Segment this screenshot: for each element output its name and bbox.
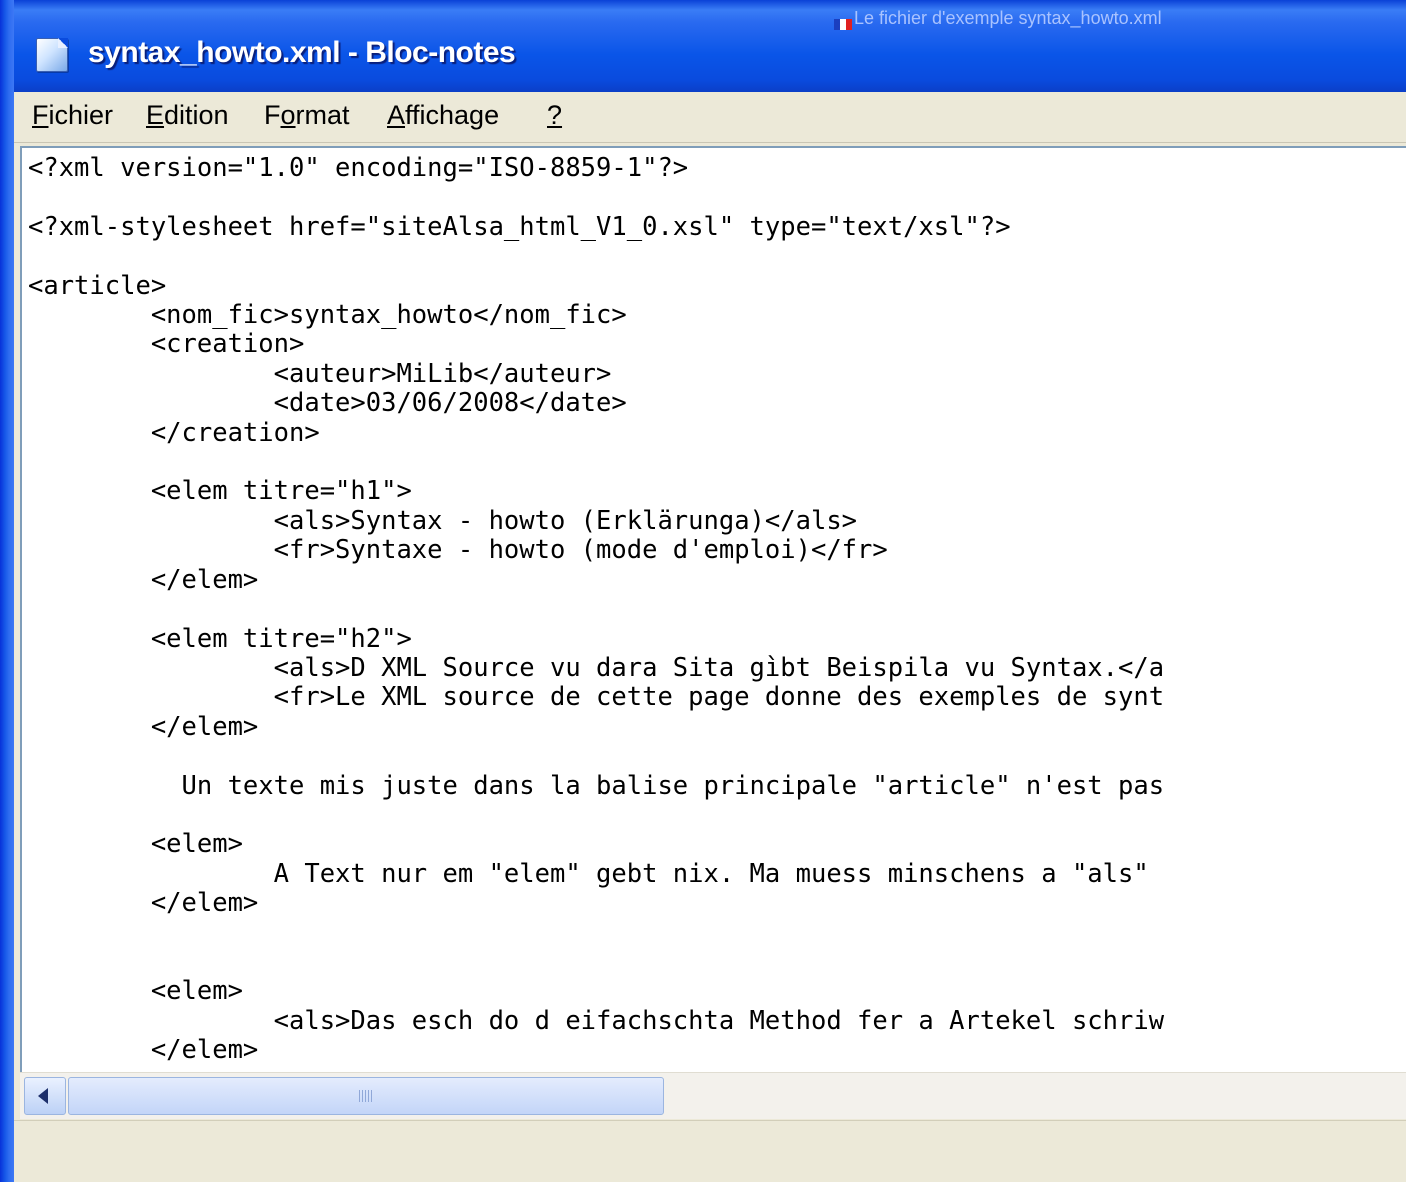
horizontal-scrollbar[interactable] [20,1072,1406,1119]
menu-help[interactable]: ? [547,100,562,131]
notepad-icon[interactable] [36,38,68,72]
scrollbar-thumb[interactable] [68,1077,664,1115]
french-flag-icon [834,14,852,30]
menu-format[interactable]: Format [264,100,350,131]
caption-text: Le fichier d'exemple syntax_howto.xml [854,8,1162,28]
scroll-left-arrow-icon[interactable] [24,1077,66,1115]
image-caption: Le fichier d'exemple syntax_howto.xml [834,8,1162,30]
editor-content[interactable]: <?xml version="1.0" encoding="ISO-8859-1… [28,153,1164,1066]
notepad-window: syntax_howto.xml - Bloc-notes Le fichier… [0,0,1406,1182]
window-title: syntax_howto.xml - Bloc-notes [88,36,516,69]
menu-view[interactable]: Affichage [387,100,499,131]
menu-bar: Fichier Edition Format Affichage ? [14,92,1406,143]
status-bar [14,1120,1406,1182]
window-frame-left [0,0,14,1182]
title-bar[interactable]: syntax_howto.xml - Bloc-notes [14,0,1406,92]
menu-edit[interactable]: Edition [146,100,229,131]
menu-file[interactable]: Fichier [32,100,113,131]
grip-icon [359,1090,373,1102]
text-editor[interactable]: <?xml version="1.0" encoding="ISO-8859-1… [20,146,1406,1074]
